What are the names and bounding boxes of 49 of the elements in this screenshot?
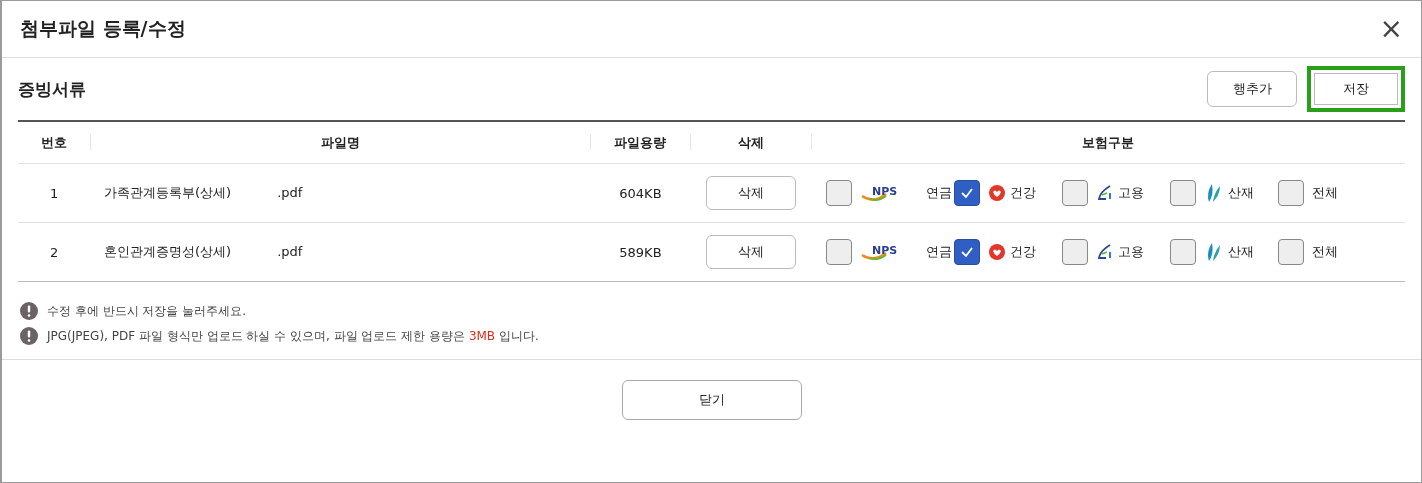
file-extension: .pdf xyxy=(277,244,303,259)
close-button[interactable]: × xyxy=(1375,15,1407,43)
checkbox[interactable] xyxy=(953,239,980,265)
file-extension: .pdf xyxy=(277,185,303,200)
insurance-label: 산재 xyxy=(1227,184,1254,202)
note-text: 수정 후에 반드시 저장을 눌러주세요. xyxy=(47,302,247,320)
row-number: 2 xyxy=(49,244,59,260)
insurance-label: 연금 xyxy=(925,184,952,202)
insurance-label: 전체 xyxy=(1311,184,1338,202)
checkbox[interactable] xyxy=(1277,239,1304,265)
checkbox[interactable] xyxy=(1169,239,1196,265)
checkbox[interactable] xyxy=(1061,180,1088,206)
check-icon xyxy=(959,246,974,258)
insurance-label: 건강 xyxy=(1009,184,1036,202)
column-header: 삭제 xyxy=(737,134,764,150)
window-title: 첨부파일 등록/수정 xyxy=(20,16,186,41)
close-dialog-button[interactable]: 닫기 xyxy=(621,380,802,420)
column-header: 파일명 xyxy=(320,134,360,150)
employment-logo-icon xyxy=(1095,243,1114,261)
check-icon xyxy=(959,187,974,199)
save-button[interactable]: 저장 xyxy=(1307,66,1405,112)
checkbox[interactable] xyxy=(825,180,852,206)
section-title: 증빙서류 xyxy=(18,77,86,101)
insurance-label: 산재 xyxy=(1227,243,1254,261)
file-size: 604KB xyxy=(619,185,662,201)
alert-icon xyxy=(20,302,38,320)
checkbox[interactable] xyxy=(825,239,852,265)
insurance-label: 전체 xyxy=(1311,243,1338,261)
note-text: JPG(JPEG), PDF 파일 형식만 업로드 하실 수 있으며, 파일 업로드 제한 용량은 3MB 입니다. xyxy=(47,327,539,345)
insurance-label: 고용 xyxy=(1117,184,1144,202)
checkbox[interactable] xyxy=(953,180,980,206)
insurance-label: 고용 xyxy=(1117,243,1144,261)
column-header: 파일용량 xyxy=(614,134,667,150)
insurance-label: 연금 xyxy=(925,243,952,261)
row-number: 1 xyxy=(49,185,59,201)
checkbox[interactable] xyxy=(1061,239,1088,265)
add-row-button[interactable]: 행추가 xyxy=(1207,71,1297,107)
insurance-label: 건강 xyxy=(1009,243,1036,261)
checkbox[interactable] xyxy=(1169,180,1196,206)
file-name: 혼인관계증명성(상세) xyxy=(104,244,232,259)
file-size: 589KB xyxy=(619,244,662,260)
delete-button[interactable]: 삭제 xyxy=(705,176,796,210)
column-header: 번호 xyxy=(41,134,67,150)
file-name: 가족관계등록부(상세) xyxy=(104,185,232,200)
delete-button[interactable]: 삭제 xyxy=(705,235,796,269)
alert-icon xyxy=(20,327,38,345)
employment-logo-icon xyxy=(1095,184,1114,202)
column-header: 보험구분 xyxy=(1081,134,1134,150)
checkbox[interactable] xyxy=(1277,180,1304,206)
